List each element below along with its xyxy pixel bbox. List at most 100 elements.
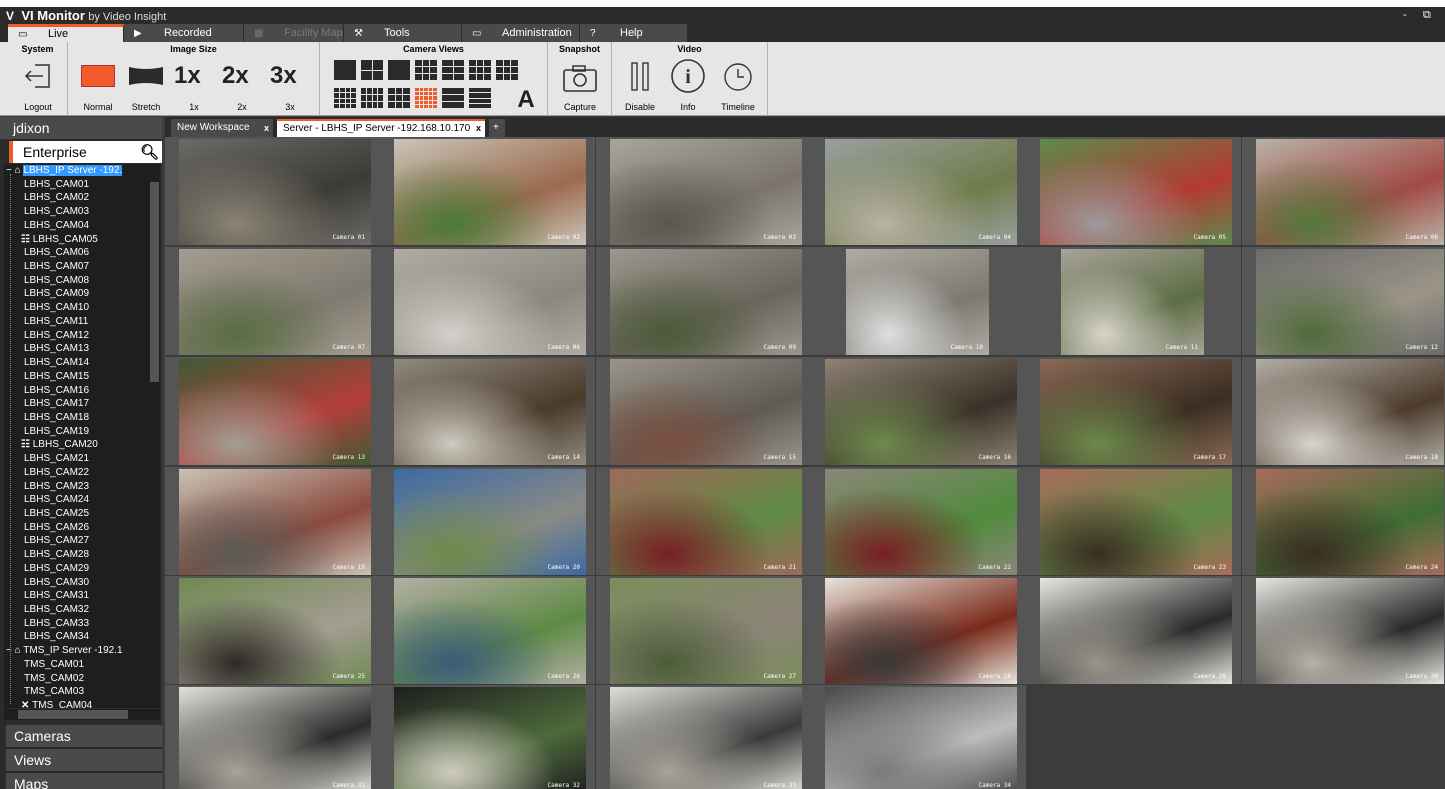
camera-cell[interactable]: Camera 13	[165, 357, 380, 465]
tree-camera-node[interactable]: LBHS_CAM04	[24, 219, 89, 233]
camera-feed[interactable]: Camera 27	[610, 578, 802, 684]
text-view-button[interactable]: A	[514, 86, 538, 113]
tree-camera-node[interactable]: ✕ TMS_CAM04	[21, 699, 92, 708]
tree-camera-node[interactable]: LBHS_CAM11	[24, 315, 88, 329]
tree-camera-node[interactable]: LBHS_CAM09	[24, 287, 89, 301]
tree-camera-node[interactable]: LBHS_CAM17	[24, 397, 89, 411]
tab-live[interactable]: ▭ Live	[8, 24, 124, 42]
tab-recorded[interactable]: ▶ Recorded	[124, 24, 244, 42]
tree-camera-node[interactable]: LBHS_CAM03	[24, 205, 89, 219]
view-layout-button-2[interactable]	[361, 60, 383, 80]
camera-cell[interactable]: Camera 28	[811, 576, 1026, 684]
view-layout-button-8[interactable]	[334, 88, 356, 108]
tree-camera-node[interactable]: LBHS_CAM22	[24, 466, 89, 480]
camera-feed[interactable]: Camera 24	[1256, 469, 1444, 575]
camera-feed[interactable]: Camera 01	[179, 139, 371, 245]
view-layout-button-13[interactable]	[469, 88, 491, 108]
camera-cell[interactable]: Camera 04	[811, 137, 1026, 245]
camera-feed[interactable]: Camera 33	[610, 687, 802, 789]
tree-camera-node[interactable]: LBHS_CAM10	[24, 301, 89, 315]
camera-cell[interactable]: Camera 16	[811, 357, 1026, 465]
tree-horizontal-scrollbar[interactable]	[4, 709, 160, 720]
camera-feed[interactable]: Camera 15	[610, 359, 802, 465]
camera-cell[interactable]: Camera 29	[1026, 576, 1241, 684]
camera-feed[interactable]: Camera 25	[179, 578, 371, 684]
view-layout-button-9[interactable]	[361, 88, 383, 108]
camera-feed[interactable]: Camera 17	[1040, 359, 1232, 465]
tree-server-node[interactable]: − ⌂ TMS_IP Server -192.1	[6, 644, 123, 658]
tree-camera-node[interactable]: LBHS_CAM15	[24, 370, 89, 384]
close-icon[interactable]: x	[476, 121, 481, 136]
view-layout-button-11[interactable]	[415, 88, 437, 108]
tree-camera-node[interactable]: LBHS_CAM08	[24, 274, 89, 288]
camera-feed[interactable]: Camera 14	[394, 359, 586, 465]
tree-camera-node[interactable]: LBHS_CAM29	[24, 562, 89, 576]
tree-camera-node[interactable]: LBHS_CAM14	[24, 356, 89, 370]
tree-camera-node[interactable]: ☷ LBHS_CAM05	[21, 233, 98, 247]
tree-camera-node[interactable]: LBHS_CAM27	[24, 534, 89, 548]
camera-cell[interactable]: Camera 31	[165, 685, 380, 789]
workspace-tab-new[interactable]: New Workspace x	[171, 119, 273, 137]
view-layout-button-3[interactable]	[388, 60, 410, 80]
scroll-thumb[interactable]	[150, 182, 159, 382]
camera-cell[interactable]: Camera 15	[596, 357, 811, 465]
tree-camera-node[interactable]: LBHS_CAM21	[24, 452, 89, 466]
tree-camera-node[interactable]: LBHS_CAM13	[24, 342, 89, 356]
camera-feed[interactable]: Camera 07	[179, 249, 371, 355]
accordion-cameras[interactable]: Cameras	[6, 724, 162, 747]
camera-feed[interactable]: Camera 10	[846, 249, 989, 355]
camera-feed[interactable]: Camera 04	[825, 139, 1017, 245]
camera-feed[interactable]: Camera 11	[1061, 249, 1204, 355]
search-icon[interactable]: 🔍︎	[140, 142, 159, 164]
camera-feed[interactable]: Camera 32	[394, 687, 586, 789]
tree-camera-node[interactable]: LBHS_CAM31	[24, 589, 89, 603]
camera-cell[interactable]: Camera 34	[811, 685, 1026, 789]
zoom-2x-button[interactable]: 2x 2x	[218, 58, 266, 112]
camera-feed[interactable]: Camera 29	[1040, 578, 1232, 684]
camera-cell[interactable]: Camera 12	[1242, 247, 1445, 355]
camera-cell[interactable]: Camera 26	[380, 576, 595, 684]
camera-feed[interactable]: Camera 28	[825, 578, 1017, 684]
camera-feed[interactable]: Camera 22	[825, 469, 1017, 575]
tree-camera-node[interactable]: LBHS_CAM23	[24, 480, 89, 494]
camera-cell[interactable]: Camera 08	[380, 247, 595, 355]
tree-camera-node[interactable]: LBHS_CAM18	[24, 411, 89, 425]
camera-cell[interactable]: Camera 32	[380, 685, 595, 789]
camera-feed[interactable]: Camera 18	[1256, 359, 1444, 465]
normal-size-button[interactable]: Normal	[74, 58, 122, 112]
camera-feed[interactable]: Camera 31	[179, 687, 371, 789]
camera-feed[interactable]: Camera 09	[610, 249, 802, 355]
camera-cell[interactable]: Camera 02	[380, 137, 595, 245]
view-layout-button-6[interactable]	[469, 60, 491, 80]
camera-feed[interactable]: Camera 05	[1040, 139, 1232, 245]
camera-cell[interactable]: Camera 01	[165, 137, 380, 245]
view-layout-button-5[interactable]	[442, 60, 464, 80]
scroll-thumb-h[interactable]	[18, 710, 128, 719]
camera-feed[interactable]: Camera 34	[825, 687, 1017, 789]
minimize-button[interactable]: -	[1403, 7, 1407, 24]
tree-camera-node[interactable]: LBHS_CAM26	[24, 521, 89, 535]
tree-camera-node[interactable]: LBHS_CAM33	[24, 617, 89, 631]
view-layout-button-1[interactable]	[334, 60, 356, 80]
camera-cell[interactable]: Camera 18	[1242, 357, 1445, 465]
camera-feed[interactable]: Camera 08	[394, 249, 586, 355]
tree-camera-node[interactable]: LBHS_CAM12	[24, 329, 89, 343]
tree-camera-node[interactable]: LBHS_CAM02	[24, 191, 89, 205]
accordion-maps[interactable]: Maps	[6, 772, 162, 789]
zoom-1x-button[interactable]: 1x 1x	[170, 58, 218, 112]
tree-camera-node[interactable]: TMS_CAM03	[24, 685, 84, 699]
tree-camera-node[interactable]: LBHS_CAM34	[24, 630, 89, 644]
tree-camera-node[interactable]: LBHS_CAM30	[24, 576, 89, 590]
camera-cell[interactable]: Camera 20	[380, 467, 595, 575]
camera-cell[interactable]: Camera 23	[1026, 467, 1241, 575]
camera-cell[interactable]: Camera 17	[1026, 357, 1241, 465]
camera-cell[interactable]: Camera 09	[596, 247, 811, 355]
tree-camera-node[interactable]: LBHS_CAM16	[24, 384, 89, 398]
camera-cell[interactable]: Camera 03	[596, 137, 811, 245]
capture-button[interactable]: Capture	[556, 58, 604, 112]
tree-camera-node[interactable]: TMS_CAM02	[24, 672, 84, 686]
logout-button[interactable]: Logout	[14, 58, 62, 112]
camera-cell[interactable]: Camera 33	[596, 685, 811, 789]
camera-feed[interactable]: Camera 26	[394, 578, 586, 684]
add-workspace-button[interactable]: +	[489, 119, 505, 137]
